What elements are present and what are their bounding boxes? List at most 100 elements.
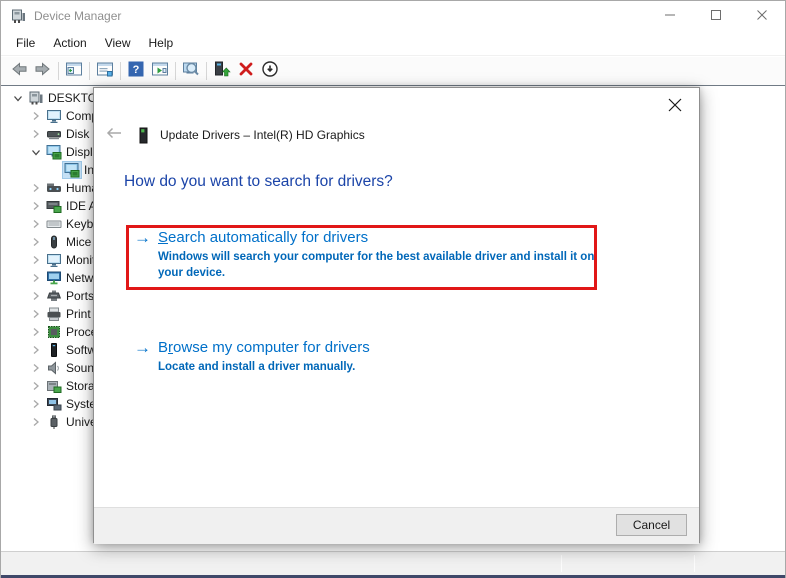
properties-icon <box>96 60 114 83</box>
title-bar: Device Manager <box>1 1 785 31</box>
status-divider <box>561 555 562 572</box>
driver-option-search-automatically-for-drivers[interactable]: → Search automatically for drivers Windows… <box>134 228 603 281</box>
toolbar-scan-hardware-button[interactable] <box>179 59 203 83</box>
back-arrow-icon <box>105 125 123 146</box>
dialog-heading: How do you want to search for drivers? <box>124 173 393 190</box>
close-icon <box>757 7 767 25</box>
mouse-icon <box>45 234 63 250</box>
monitor-icon <box>45 252 63 268</box>
chevron-collapsed-icon[interactable] <box>27 234 45 250</box>
chevron-collapsed-icon[interactable] <box>27 396 45 412</box>
toolbar-action-pane-button[interactable] <box>148 59 172 83</box>
action-pane-icon <box>151 60 169 83</box>
console-tree-icon <box>65 60 83 83</box>
toolbar-separator <box>58 62 59 80</box>
toolbar-console-tree-button[interactable] <box>62 59 86 83</box>
disk-icon <box>45 126 63 142</box>
chevron-collapsed-icon[interactable] <box>27 288 45 304</box>
software-icon <box>45 342 63 358</box>
svg-text:?: ? <box>133 64 140 76</box>
menu-bar: File Action View Help <box>1 31 785 56</box>
disable-device-icon <box>261 60 279 83</box>
window-title: Device Manager <box>34 9 122 23</box>
chevron-collapsed-icon[interactable] <box>27 126 45 142</box>
option-description: Locate and install a driver manually. <box>158 361 356 373</box>
maximize-icon <box>711 7 721 25</box>
driver-option-browse-my-computer-for-drivers[interactable]: → Browse my computer for drivers Locate an… <box>134 338 603 376</box>
port-icon <box>45 288 63 304</box>
dialog-title: Update Drivers – Intel(R) HD Graphics <box>160 128 365 142</box>
chevron-collapsed-icon[interactable] <box>27 306 45 322</box>
storage-icon <box>45 378 63 394</box>
tree-item-desktop[interactable]: DESKTOP <box>9 89 105 107</box>
dialog-header: Update Drivers – Intel(R) HD Graphics <box>102 124 365 146</box>
speaker-icon <box>45 360 63 376</box>
toolbar-separator <box>175 62 176 80</box>
forward-icon <box>34 60 52 83</box>
toolbar-update-driver-button[interactable] <box>210 59 234 83</box>
back-icon <box>10 60 28 83</box>
display-icon <box>45 144 63 160</box>
dialog-footer: Cancel <box>94 507 699 544</box>
uninstall-icon <box>237 60 255 83</box>
printer-icon <box>45 306 63 322</box>
toolbar-back-button[interactable] <box>7 59 31 83</box>
update-driver-icon <box>213 60 231 83</box>
driver-device-icon <box>136 127 150 144</box>
chevron-collapsed-icon[interactable] <box>27 378 45 394</box>
toolbar-uninstall-button[interactable] <box>234 59 258 83</box>
chevron-collapsed-icon[interactable] <box>27 360 45 376</box>
maximize-button[interactable] <box>693 1 739 31</box>
monitor-icon <box>45 108 63 124</box>
help-icon: ? <box>127 60 145 83</box>
close-button[interactable] <box>739 1 785 31</box>
keyboard-icon <box>45 216 63 232</box>
dialog-close-button[interactable] <box>665 97 685 117</box>
toolbar-disable-device-button[interactable] <box>258 59 282 83</box>
toolbar-forward-button[interactable] <box>31 59 55 83</box>
chevron-collapsed-icon[interactable] <box>27 342 45 358</box>
chevron-expanded-icon[interactable] <box>27 144 45 160</box>
menu-item-view[interactable]: View <box>96 32 140 54</box>
chevron-collapsed-icon[interactable] <box>27 270 45 286</box>
toolbar-separator <box>89 62 90 80</box>
close-icon <box>668 98 682 117</box>
chevron-collapsed-icon[interactable] <box>27 198 45 214</box>
scan-hardware-icon <box>182 60 200 83</box>
toolbar-help-button[interactable]: ? <box>124 59 148 83</box>
chevron-collapsed-icon[interactable] <box>27 108 45 124</box>
chevron-collapsed-icon[interactable] <box>27 414 45 430</box>
device-manager-window: Device Manager File Action View Help ? DESK… <box>0 0 786 578</box>
network-icon <box>45 270 63 286</box>
toolbar-separator <box>206 62 207 80</box>
menu-item-action[interactable]: Action <box>44 32 95 54</box>
option-title: Browse my computer for drivers <box>158 339 370 356</box>
hid-icon <box>45 180 63 196</box>
update-drivers-dialog: Update Drivers – Intel(R) HD Graphics Ho… <box>93 87 700 544</box>
cancel-button[interactable]: Cancel <box>616 514 687 536</box>
status-bar <box>1 551 785 575</box>
dialog-back-button[interactable] <box>102 124 126 146</box>
chevron-collapsed-icon[interactable] <box>27 324 45 340</box>
status-divider <box>694 555 695 572</box>
minimize-button[interactable] <box>647 1 693 31</box>
chevron-collapsed-icon[interactable] <box>27 180 45 196</box>
chevron-collapsed-icon[interactable] <box>27 252 45 268</box>
minimize-icon <box>665 7 675 25</box>
chevron-collapsed-icon[interactable] <box>27 216 45 232</box>
display-icon <box>62 161 82 179</box>
usb-icon <box>45 414 63 430</box>
cpu-icon <box>45 324 63 340</box>
ide-icon <box>45 198 63 214</box>
option-description: Windows will search your computer for th… <box>158 251 595 279</box>
option-title: Search automatically for drivers <box>158 229 369 246</box>
device-manager-icon <box>10 8 26 24</box>
menu-item-file[interactable]: File <box>7 32 44 54</box>
toolbar-separator <box>120 62 121 80</box>
chevron-expanded-icon[interactable] <box>9 90 27 106</box>
computer-icon <box>27 90 45 106</box>
menu-item-help[interactable]: Help <box>140 32 183 54</box>
option-arrow-icon: → <box>134 338 151 357</box>
toolbar-properties-button[interactable] <box>93 59 117 83</box>
